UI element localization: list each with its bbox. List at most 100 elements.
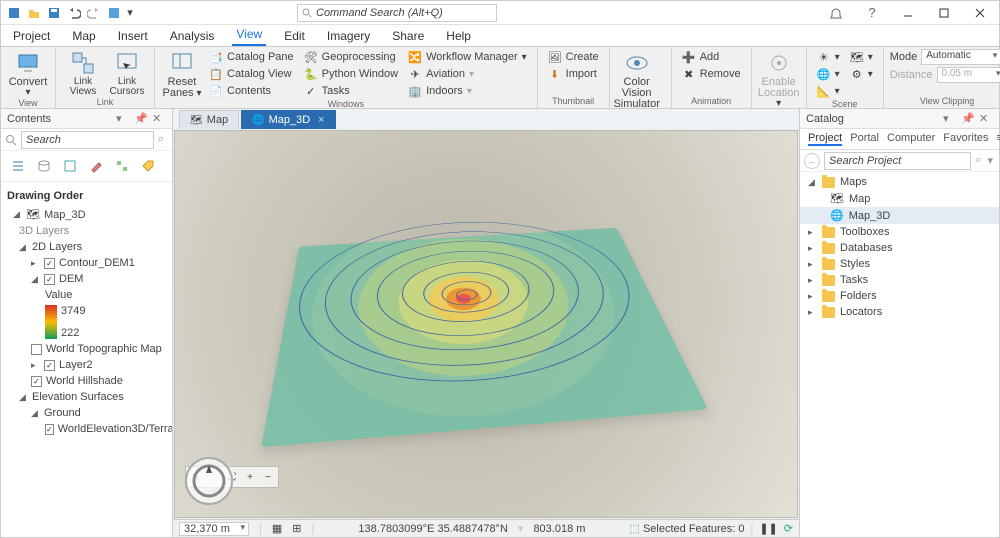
close-icon[interactable] <box>965 3 995 23</box>
search-icon <box>302 8 312 18</box>
catalog-maps-node[interactable]: ◢Maps <box>800 174 999 190</box>
catalog-databases-node[interactable]: ▸Databases <box>800 240 999 256</box>
animation-add-button[interactable]: ➕Add <box>678 49 745 65</box>
chevron-down-icon[interactable]: ▾ <box>943 112 957 126</box>
close-panel-icon[interactable]: ✕ <box>979 112 993 126</box>
list-source-icon[interactable] <box>33 155 55 177</box>
tab-project[interactable]: Project <box>9 26 54 46</box>
snap-icon[interactable]: ⊞ <box>292 522 301 535</box>
layers-2d-header[interactable]: ◢2D Layers <box>3 239 170 255</box>
catalog-styles-node[interactable]: ▸Styles <box>800 256 999 272</box>
notifications-icon[interactable] <box>821 3 851 23</box>
catalog-view-button[interactable]: 📋Catalog View <box>205 66 298 82</box>
list-editing-icon[interactable] <box>85 155 107 177</box>
save-icon[interactable] <box>45 4 63 22</box>
elev-surfaces-header[interactable]: ◢Elevation Surfaces <box>3 389 170 405</box>
map-canvas[interactable]: ↖ | ⛶ + − <box>174 130 798 518</box>
search-go-icon[interactable]: ⌕ <box>971 154 985 167</box>
hillshade-layer[interactable]: ✓World Hillshade <box>3 373 170 389</box>
python-window-button[interactable]: 🐍Python Window <box>300 66 402 82</box>
maximize-icon[interactable] <box>929 3 959 23</box>
catalog-locators-node[interactable]: ▸Locators <box>800 304 999 320</box>
thumbnail-import-button[interactable]: ⬇Import <box>544 66 603 82</box>
distance-input[interactable]: 0.05 m <box>937 67 1000 83</box>
pin-icon[interactable]: 📌 <box>961 112 975 126</box>
view-tab-map3d[interactable]: 🌐 Map_3D × <box>241 110 335 129</box>
close-tab-icon[interactable]: × <box>318 114 324 126</box>
geoprocessing-button[interactable]: 🛠Geoprocessing <box>300 49 402 65</box>
catalog-subtab-favorites[interactable]: Favorites <box>943 132 988 146</box>
dem-layer[interactable]: ◢✓DEM <box>3 271 170 287</box>
catalog-map3d-item[interactable]: 🌐 Map_3D <box>800 207 999 224</box>
open-icon[interactable] <box>25 4 43 22</box>
help-icon[interactable]: ? <box>857 3 887 23</box>
scene-btn-4[interactable]: 🗺▾ <box>846 49 877 65</box>
contents-button[interactable]: 📄Contents <box>205 83 298 99</box>
qat-dropdown-icon[interactable]: ▾ <box>125 4 135 22</box>
scene-btn-2[interactable]: 🌐▾ <box>813 66 844 82</box>
catalog-subtab-portal[interactable]: Portal <box>850 132 879 146</box>
convert-button[interactable]: Convert ▾ <box>7 49 49 98</box>
close-panel-icon[interactable]: ✕ <box>152 112 166 126</box>
new-project-icon[interactable] <box>5 4 23 22</box>
tab-analysis[interactable]: Analysis <box>166 26 219 46</box>
workflow-manager-button[interactable]: 🔀Workflow Manager ▾ <box>404 49 531 65</box>
contents-search-input[interactable]: Search <box>21 131 154 149</box>
contour-layer[interactable]: ▸✓Contour_DEM1 <box>3 255 170 271</box>
list-selection-icon[interactable] <box>59 155 81 177</box>
qat-more-icon[interactable] <box>105 4 123 22</box>
list-drawing-order-icon[interactable] <box>7 155 29 177</box>
tab-edit[interactable]: Edit <box>280 26 309 46</box>
back-icon[interactable]: ← <box>804 153 820 169</box>
minimize-icon[interactable] <box>893 3 923 23</box>
scene-btn-5[interactable]: ⚙▾ <box>846 66 877 82</box>
tab-insert[interactable]: Insert <box>114 26 152 46</box>
zoom-out-icon[interactable]: − <box>260 469 276 485</box>
chevron-down-icon[interactable]: ▾ <box>116 112 130 126</box>
scene-btn-3[interactable]: 📐▾ <box>813 83 844 99</box>
redo-icon[interactable] <box>85 4 103 22</box>
pin-icon[interactable]: 📌 <box>134 112 148 126</box>
undo-icon[interactable] <box>65 4 83 22</box>
tab-imagery[interactable]: Imagery <box>323 26 374 46</box>
scale-select[interactable]: 32,370 m <box>179 522 249 536</box>
tab-help[interactable]: Help <box>442 26 475 46</box>
mode-select[interactable]: Automatic <box>921 49 1000 65</box>
list-snapping-icon[interactable] <box>111 155 133 177</box>
search-dropdown-icon[interactable]: ▾ <box>985 154 995 167</box>
view-tab-map[interactable]: 🗺 Map <box>179 110 239 129</box>
grid-icon[interactable]: ▦ <box>272 522 282 535</box>
tasks-button[interactable]: ✓Tasks <box>300 83 402 99</box>
ground-node[interactable]: ◢Ground <box>3 405 170 421</box>
list-labeling-icon[interactable] <box>137 155 159 177</box>
catalog-search-input[interactable]: Search Project <box>824 152 971 170</box>
map-node[interactable]: ◢🗺 Map_3D <box>3 206 170 223</box>
search-go-icon[interactable]: ⌕ <box>154 133 168 146</box>
catalog-subtab-computer[interactable]: Computer <box>887 132 935 146</box>
terrain3d-layer[interactable]: ✓WorldElevation3D/Terrain3D <box>3 421 170 437</box>
layers-3d-header[interactable]: 3D Layers <box>3 223 170 239</box>
layer2[interactable]: ▸✓Layer2 <box>3 357 170 373</box>
scene-btn-1[interactable]: ☀▾ <box>813 49 844 65</box>
catalog-map-item[interactable]: 🗺 Map <box>800 190 999 207</box>
pause-icon[interactable]: ❚❚ <box>759 522 777 535</box>
catalog-pane-button[interactable]: 📑Catalog Pane <box>205 49 298 65</box>
thumbnail-create-button[interactable]: 🖼Create <box>544 49 603 65</box>
catalog-subtab-project[interactable]: Project <box>808 132 842 146</box>
catalog-tasks-node[interactable]: ▸Tasks <box>800 272 999 288</box>
enable-location-button[interactable]: Enable Location ▾ <box>758 49 800 109</box>
tab-share[interactable]: Share <box>388 26 428 46</box>
navigator-compass[interactable] <box>185 457 233 505</box>
tab-view[interactable]: View <box>232 24 266 46</box>
topo-layer[interactable]: World Topographic Map <box>3 341 170 357</box>
tab-map[interactable]: Map <box>68 26 99 46</box>
zoom-in-icon[interactable]: + <box>242 469 258 485</box>
catalog-toolboxes-node[interactable]: ▸Toolboxes <box>800 224 999 240</box>
reset-panes-button[interactable]: Reset Panes ▾ <box>161 49 203 99</box>
catalog-folders-node[interactable]: ▸Folders <box>800 288 999 304</box>
refresh-icon[interactable]: ⟳ <box>784 522 793 535</box>
command-search-input[interactable]: Command Search (Alt+Q) <box>297 4 497 22</box>
catalog-menu-icon[interactable]: ≡ <box>997 132 1000 146</box>
link-views-button[interactable]: Link Views <box>62 49 104 97</box>
link-cursors-button[interactable]: Link Cursors <box>106 49 148 97</box>
